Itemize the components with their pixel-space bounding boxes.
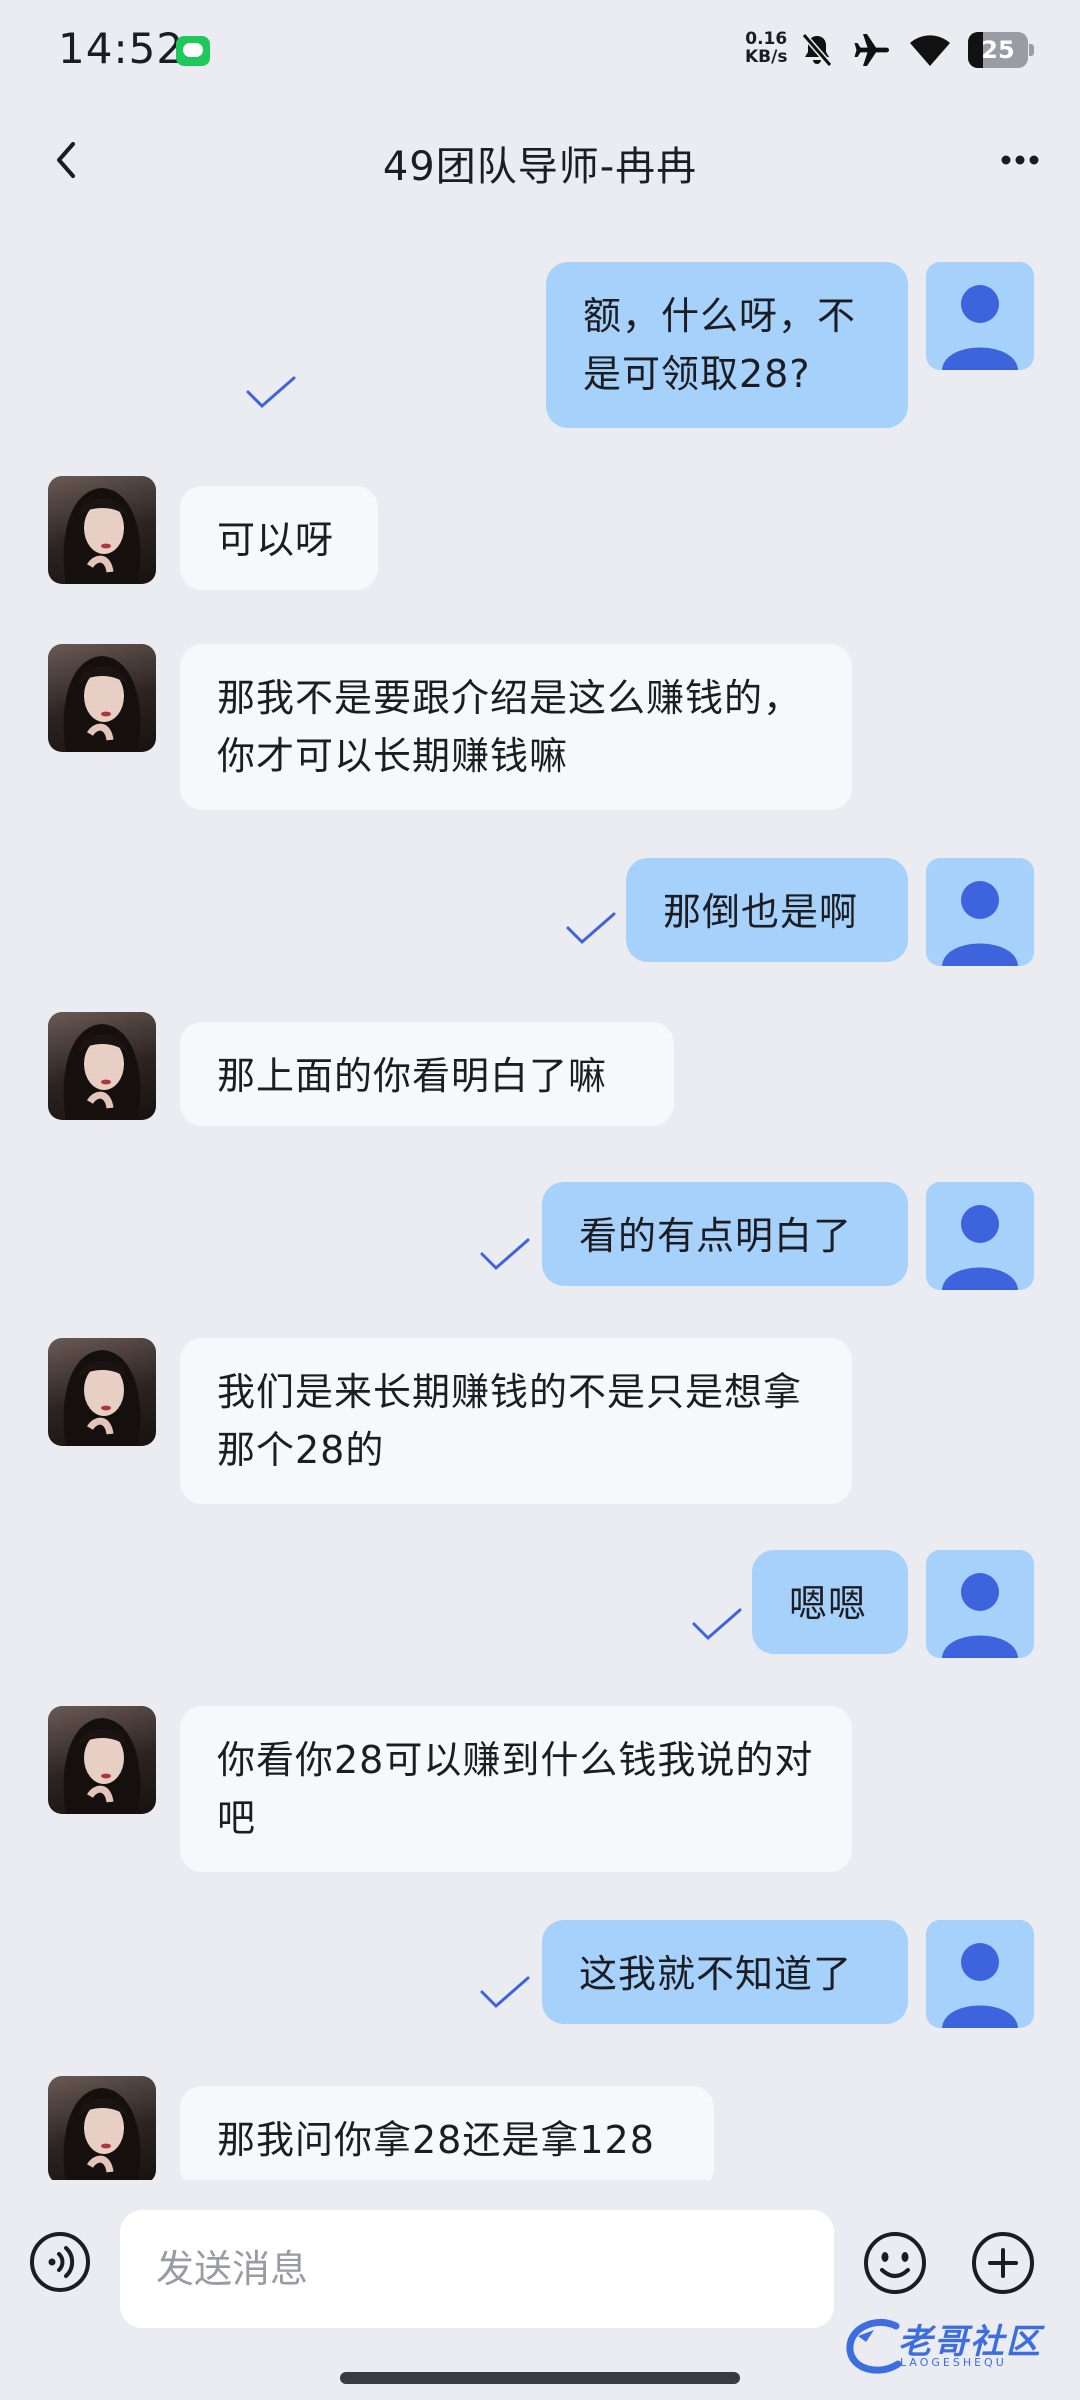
message-bubble[interactable]: 嗯嗯 — [752, 1550, 908, 1654]
home-indicator[interactable] — [340, 2372, 740, 2384]
read-check-icon — [246, 376, 296, 409]
user-icon — [942, 1573, 1018, 1658]
my-avatar[interactable] — [926, 262, 1034, 370]
message-bubble[interactable]: 那倒也是啊 — [626, 858, 908, 962]
message-bubble[interactable]: 可以呀 — [180, 486, 378, 590]
contact-avatar[interactable] — [48, 1338, 156, 1446]
message-bubble[interactable]: 看的有点明白了 — [542, 1182, 908, 1286]
message-input[interactable]: 发送消息 — [120, 2210, 834, 2328]
my-avatar[interactable] — [926, 1182, 1034, 1290]
my-avatar[interactable] — [926, 1550, 1034, 1658]
read-check-icon — [480, 1976, 530, 2009]
input-bar: 发送消息 老哥社区 LAOGESHEQU — [0, 2180, 1080, 2400]
message-bubble[interactable]: 那上面的你看明白了嘛 — [180, 1022, 674, 1126]
user-icon — [942, 1205, 1018, 1290]
contact-avatar[interactable] — [48, 1012, 156, 1120]
voice-button[interactable] — [28, 2230, 92, 2294]
my-avatar[interactable] — [926, 1920, 1034, 2028]
read-check-icon — [480, 1238, 530, 1271]
user-icon — [942, 881, 1018, 966]
message-bubble[interactable]: 我们是来长期赚钱的不是只是想拿那个28的 — [180, 1338, 852, 1504]
contact-avatar[interactable] — [48, 476, 156, 584]
user-icon — [942, 285, 1018, 370]
message-bubble[interactable]: 额，什么呀，不是可领取28? — [546, 262, 908, 428]
my-avatar[interactable] — [926, 858, 1034, 966]
contact-avatar[interactable] — [48, 644, 156, 752]
read-check-icon — [566, 912, 616, 945]
message-bubble[interactable]: 你看你28可以赚到什么钱我说的对吧 — [180, 1706, 852, 1872]
message-list[interactable]: 额，什么呀，不是可领取28? 可以呀 那我不是要跟介绍是这么赚钱的，你才可以长期… — [0, 0, 1080, 2180]
watermark-subtext: LAOGESHEQU — [900, 2356, 1007, 2369]
emoji-icon — [864, 2232, 926, 2294]
user-icon — [942, 1943, 1018, 2028]
message-bubble[interactable]: 这我就不知道了 — [542, 1920, 908, 2024]
contact-avatar[interactable] — [48, 2076, 156, 2180]
watermark-logo: 老哥社区 LAOGESHEQU — [840, 2312, 1080, 2382]
emoji-button[interactable] — [862, 2230, 928, 2296]
contact-avatar[interactable] — [48, 1706, 156, 1814]
plus-circle-icon — [972, 2232, 1034, 2294]
voice-icon — [30, 2232, 90, 2292]
message-bubble[interactable]: 那我不是要跟介绍是这么赚钱的，你才可以长期赚钱嘛 — [180, 644, 852, 810]
plus-button[interactable] — [970, 2230, 1036, 2296]
message-bubble[interactable]: 那我问你拿28还是拿128 — [180, 2086, 714, 2180]
read-check-icon — [692, 1608, 742, 1641]
